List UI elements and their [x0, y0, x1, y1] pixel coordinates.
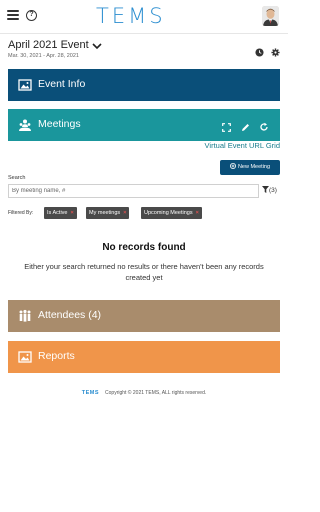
reports-panel[interactable]: Reports	[8, 341, 280, 373]
filter-chip-upcoming-meetings[interactable]: Upcoming Meetings ×	[141, 207, 202, 219]
reports-image-icon	[18, 351, 32, 363]
chevron-down-icon[interactable]	[92, 42, 102, 53]
filter-chip-my-meetings[interactable]: My meetings ×	[86, 207, 130, 219]
meetings-group-icon	[19, 119, 31, 131]
event-title[interactable]: April 2021 Event	[8, 39, 280, 51]
virtual-event-url-grid-link[interactable]: Virtual Event URL Grid	[205, 141, 280, 150]
event-info-label: Event Info	[38, 78, 86, 90]
question-mark-icon[interactable]: ?	[26, 10, 37, 21]
filter-chip-label: My meetings	[89, 210, 121, 216]
top-bar: ? TEMS	[0, 0, 288, 34]
reports-label: Reports	[38, 350, 75, 362]
user-avatar-icon	[262, 6, 279, 26]
new-meeting-button[interactable]: New Meeting	[220, 160, 280, 175]
filtered-by-label: Filtered By:	[8, 210, 34, 216]
filter-chip-is-active[interactable]: Is Active ×	[44, 207, 77, 219]
filter-count: (3)	[269, 187, 277, 194]
meetings-tools	[217, 119, 269, 137]
filter-icon	[262, 186, 269, 193]
filter-button[interactable]: (3)	[262, 186, 277, 194]
event-header: April 2021 Event Mar. 30, 2021 - Apr. 28…	[8, 39, 280, 65]
event-info-panel[interactable]: Event Info	[8, 69, 280, 101]
remove-filter-icon[interactable]: ×	[70, 210, 73, 216]
search-label: Search	[8, 175, 26, 181]
avatar[interactable]	[262, 6, 279, 26]
footer: TEMS Copyright © 2021 TEMS, ALL rights re…	[0, 390, 288, 396]
pencil-icon[interactable]	[241, 123, 250, 132]
event-actions	[252, 44, 280, 62]
event-dates: Mar. 30, 2021 - Apr. 28, 2021	[8, 53, 79, 59]
empty-state-message: Either your search returned no results o…	[24, 262, 264, 282]
image-icon	[18, 79, 32, 91]
new-meeting-label: New Meeting	[237, 164, 271, 170]
empty-state-title: No records found	[102, 242, 186, 253]
plus-circle-icon	[229, 163, 236, 169]
attendees-icon	[19, 309, 31, 322]
tems-logo: TEMS	[96, 4, 166, 28]
gear-icon[interactable]	[271, 48, 280, 57]
footer-logo: TEMS	[81, 390, 100, 396]
copyright-text: Copyright © 2021 TEMS, ALL rights reserv…	[105, 390, 207, 396]
remove-filter-icon[interactable]: ×	[123, 210, 126, 216]
attendees-panel[interactable]: Attendees (4)	[8, 300, 280, 332]
filter-chip-label: Upcoming Meetings	[144, 210, 193, 216]
refresh-icon[interactable]	[259, 122, 269, 132]
hamburger-menu-icon[interactable]	[7, 10, 19, 20]
search-input[interactable]	[8, 184, 259, 198]
filter-chip-label: Is Active	[47, 210, 68, 216]
meetings-panel[interactable]: Meetings	[8, 109, 280, 141]
clock-icon[interactable]	[254, 48, 264, 57]
attendees-label: Attendees (4)	[38, 309, 102, 321]
remove-filter-icon[interactable]: ×	[196, 210, 199, 216]
meetings-label: Meetings	[38, 118, 81, 130]
expand-icon[interactable]	[222, 123, 231, 132]
